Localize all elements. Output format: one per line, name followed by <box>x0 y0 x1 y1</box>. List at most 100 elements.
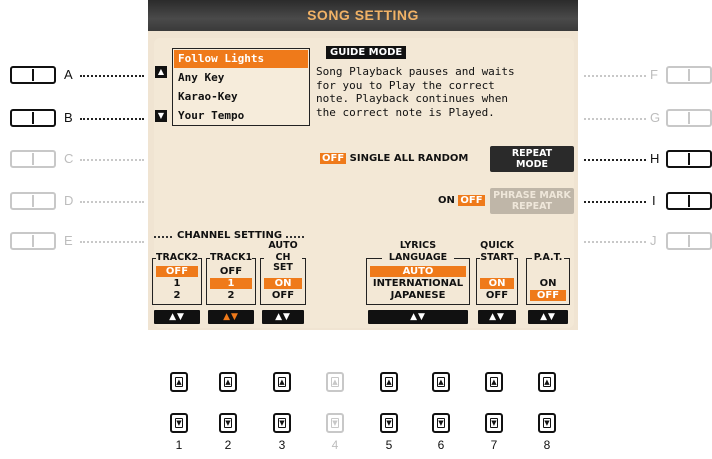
up-arrow-icon: ▲ <box>543 377 551 387</box>
list-item-follow-lights[interactable]: Follow Lights <box>174 50 308 68</box>
down-button-1[interactable]: ▼ <box>170 413 188 433</box>
down-arrow-icon: ▼ <box>385 418 393 428</box>
connector-line <box>80 75 144 77</box>
auto-ch-set-updown-icon[interactable]: ▲▼ <box>262 310 304 324</box>
quick-start-off[interactable]: OFF <box>480 290 514 301</box>
connector-line <box>584 75 646 77</box>
repeat-mode-button[interactable]: REPEAT MODE <box>490 146 574 172</box>
down-button-5[interactable]: ▼ <box>380 413 398 433</box>
phrase-mark-repeat-button[interactable]: PHRASE MARK REPEAT <box>490 188 574 214</box>
up-button-7[interactable]: ▲ <box>485 372 503 392</box>
auto-ch-set-header-1: AUTO <box>264 241 302 251</box>
lyrics-japanese[interactable]: JAPANESE <box>370 290 466 301</box>
button-number-4: 4 <box>331 438 339 452</box>
repeat-mode-options: OFF SINGLE ALL RANDOM <box>320 153 468 164</box>
button-number-7: 7 <box>490 438 498 452</box>
up-button-8[interactable]: ▲ <box>538 372 556 392</box>
connector-line <box>584 241 646 243</box>
up-button-6[interactable]: ▲ <box>432 372 450 392</box>
button-f <box>666 66 712 84</box>
lyrics-updown-icon[interactable]: ▲▼ <box>368 310 468 324</box>
down-button-2[interactable]: ▼ <box>219 413 237 433</box>
lyrics-auto[interactable]: AUTO <box>370 266 466 277</box>
down-button-8[interactable]: ▼ <box>538 413 556 433</box>
list-item-any-key[interactable]: Any Key <box>174 69 308 87</box>
track2-header: TRACK2 <box>156 252 199 263</box>
description-line: Song Playback pauses and waits <box>316 65 515 78</box>
button-c-label: C <box>64 151 74 166</box>
track1-value-2[interactable]: 2 <box>210 290 252 301</box>
pat-off[interactable]: OFF <box>530 290 566 301</box>
track2-updown-icon[interactable]: ▲▼ <box>154 310 200 324</box>
track2-value-2[interactable]: 2 <box>156 290 198 301</box>
button-number-5: 5 <box>385 438 393 452</box>
quick-start-on[interactable]: ON <box>480 278 514 289</box>
repeat-off-option: OFF <box>320 153 347 164</box>
lcd-screen: SONG SETTING ▲ ▼ Follow Lights Any Key K… <box>148 0 578 330</box>
up-arrow-icon[interactable]: ▲ <box>155 66 167 78</box>
lyrics-header-1: LYRICS <box>388 241 448 251</box>
up-button-4: ▲ <box>326 372 344 392</box>
down-arrow-icon: ▼ <box>331 418 339 428</box>
auto-ch-set-on[interactable]: ON <box>264 278 302 289</box>
connector-line <box>80 159 144 161</box>
down-button-6[interactable]: ▼ <box>432 413 450 433</box>
down-button-3[interactable]: ▼ <box>273 413 291 433</box>
button-g <box>666 109 712 127</box>
button-a[interactable] <box>10 66 56 84</box>
up-button-3[interactable]: ▲ <box>273 372 291 392</box>
quick-start-updown-icon[interactable]: ▲▼ <box>478 310 516 324</box>
guide-mode-list[interactable]: Follow Lights Any Key Karao-Key Your Tem… <box>172 48 310 126</box>
button-number-6: 6 <box>437 438 445 452</box>
down-button-4: ▼ <box>326 413 344 433</box>
up-arrow-icon: ▲ <box>278 377 286 387</box>
connector-line <box>584 159 646 161</box>
phrase-mark-label-1: PHRASE MARK <box>493 190 571 201</box>
screen-title: SONG SETTING <box>148 0 578 31</box>
down-arrow-icon: ▼ <box>490 418 498 428</box>
pat-updown-icon[interactable]: ▲▼ <box>528 310 568 324</box>
button-d-label: D <box>64 193 74 208</box>
button-g-label: G <box>650 110 661 125</box>
up-button-1[interactable]: ▲ <box>170 372 188 392</box>
connector-line <box>80 201 144 203</box>
button-f-label: F <box>650 67 658 82</box>
auto-ch-set-off[interactable]: OFF <box>264 290 302 301</box>
button-i-label: I <box>652 193 656 208</box>
phrase-on-option: ON <box>438 195 455 206</box>
pat-on[interactable]: ON <box>530 278 566 289</box>
down-arrow-icon: ▼ <box>278 418 286 428</box>
button-e <box>10 232 56 250</box>
connector-line <box>80 118 144 120</box>
track2-value-off[interactable]: OFF <box>156 266 198 277</box>
repeat-mode-label-1: REPEAT <box>511 148 553 159</box>
up-button-5[interactable]: ▲ <box>380 372 398 392</box>
down-arrow-icon: ▼ <box>224 418 232 428</box>
up-arrow-icon: ▲ <box>224 377 232 387</box>
connector-line <box>584 118 646 120</box>
phrase-mark-options: ON OFF <box>438 195 485 206</box>
list-item-your-tempo[interactable]: Your Tempo <box>174 107 308 125</box>
down-arrow-icon: ▼ <box>543 418 551 428</box>
repeat-mode-choices: SINGLE ALL RANDOM <box>349 153 469 164</box>
lyrics-international[interactable]: INTERNATIONAL <box>370 278 466 289</box>
track1-value-1[interactable]: 1 <box>210 278 252 289</box>
list-item-karao-key[interactable]: Karao-Key <box>174 88 308 106</box>
button-b-label: B <box>64 110 73 125</box>
button-b[interactable] <box>10 109 56 127</box>
phrase-off-option: OFF <box>458 195 485 206</box>
track2-value-1[interactable]: 1 <box>156 278 198 289</box>
description-line: for you to Play the correct <box>316 78 495 92</box>
track1-updown-icon[interactable]: ▲▼ <box>208 310 254 324</box>
button-h-label: H <box>650 151 660 166</box>
button-a-label: A <box>64 67 73 82</box>
down-button-7[interactable]: ▼ <box>485 413 503 433</box>
up-button-2[interactable]: ▲ <box>219 372 237 392</box>
repeat-mode-label-2: MODE <box>516 159 548 170</box>
guide-mode-description: Song Playback pauses and waits for you t… <box>316 65 556 119</box>
button-i[interactable] <box>666 192 712 210</box>
description-line: note. Playback continues when <box>316 92 509 105</box>
track1-value-off[interactable]: OFF <box>210 266 252 277</box>
button-h[interactable] <box>666 150 712 168</box>
down-arrow-icon[interactable]: ▼ <box>155 110 167 122</box>
